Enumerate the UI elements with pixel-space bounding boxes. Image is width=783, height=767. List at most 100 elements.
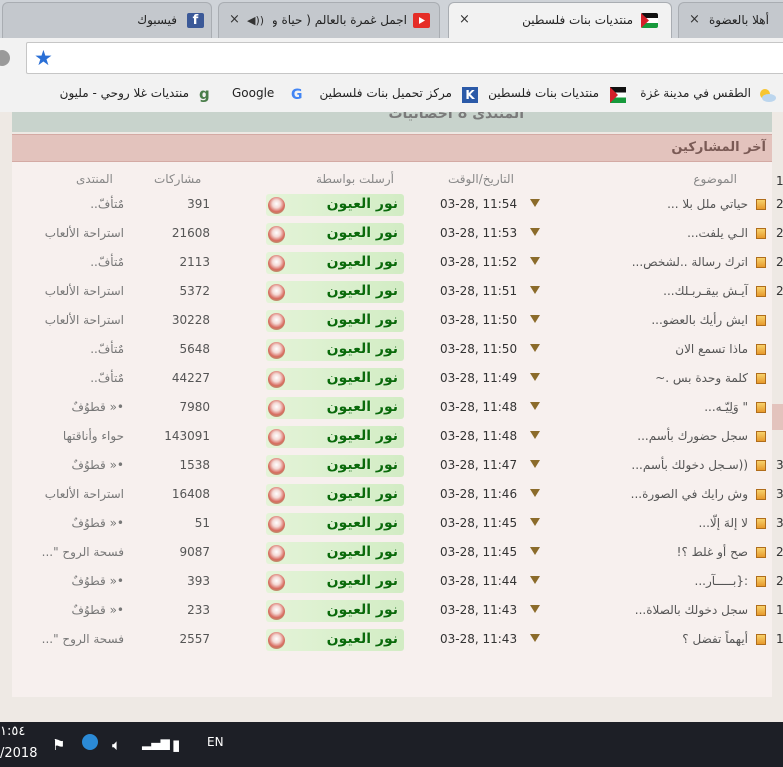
battery-icon[interactable]: ▮ — [172, 736, 180, 754]
close-icon[interactable]: × — [689, 12, 700, 27]
bookmark-upload-center[interactable]: مركز تحميل بنات فلسطين — [320, 86, 453, 100]
arrow-down-icon[interactable] — [530, 286, 540, 294]
forum-link[interactable]: مٌتأفّ.. — [16, 255, 124, 269]
forum-link[interactable]: •« قطوُفٌ — [16, 574, 124, 588]
user-badge[interactable]: نور العيون — [266, 397, 404, 419]
table-row: لا إلهَ إلّا... 03-28, 11:45 نور العيون 51 •… — [12, 510, 772, 539]
topic-link[interactable]: " وَلِيّـه... — [704, 400, 748, 414]
forum-link[interactable]: •« قطوُفٌ — [16, 516, 124, 530]
arrow-down-icon[interactable] — [530, 402, 540, 410]
bookmark-weather[interactable]: الطقس في مدينة غزة — [640, 86, 751, 100]
bookmark-star-icon[interactable]: ★ — [34, 46, 53, 70]
volume-icon[interactable]: 🔈︎ — [112, 736, 121, 754]
topic-link[interactable]: صح أو غلط ؟! — [677, 545, 748, 559]
forum-link[interactable]: •« قطوُفٌ — [16, 458, 124, 472]
forum-link[interactable]: مٌتأفّ.. — [16, 197, 124, 211]
network-icon[interactable] — [82, 734, 98, 750]
user-badge[interactable]: نور العيون — [266, 571, 404, 593]
topic-link[interactable]: سجل حضورك بأسم... — [637, 429, 748, 443]
post-datetime: 03-28, 11:48 — [440, 429, 518, 443]
user-badge[interactable]: نور العيون — [266, 513, 404, 535]
user-badge[interactable]: نور العيون — [266, 600, 404, 622]
user-badge[interactable]: نور العيون — [266, 281, 404, 303]
user-badge[interactable]: نور العيون — [266, 252, 404, 274]
forum-link[interactable]: فسحة الروح "... — [16, 632, 124, 646]
section-title: آخر المشاركين — [671, 140, 766, 155]
arrow-down-icon[interactable] — [530, 373, 540, 381]
arrow-down-icon[interactable] — [530, 257, 540, 265]
user-badge[interactable]: نور العيون — [266, 194, 404, 216]
close-icon[interactable]: × — [459, 12, 470, 27]
forum-link[interactable]: مٌتأفّ.. — [16, 342, 124, 356]
topic-link[interactable]: آيـش بيقـربـلك... — [663, 284, 748, 298]
user-badge[interactable]: نور العيون — [266, 484, 404, 506]
tab-youtube[interactable]: × ◀)) اجمل غمرة بالعالم ( حياة و — [218, 2, 440, 38]
user-badge[interactable]: نور العيون — [266, 629, 404, 651]
user-name: نور العيون — [326, 225, 398, 241]
topic-link[interactable]: :{بـــــآر... — [695, 574, 749, 588]
flag-icon[interactable]: ⚑ — [52, 736, 65, 754]
forum-link[interactable]: استراحة الألعاب — [16, 487, 124, 501]
arrow-down-icon[interactable] — [530, 547, 540, 555]
user-badge[interactable]: نور العيون — [266, 310, 404, 332]
tab-facebook[interactable]: f فيسبوك — [2, 2, 212, 38]
topic-link[interactable]: وش رايك في الصورة... — [631, 487, 748, 501]
user-badge[interactable]: نور العيون — [266, 455, 404, 477]
forum-link[interactable]: حواء وأناقتها — [16, 429, 124, 443]
topic-link[interactable]: حياتي ملل بلا ... — [667, 197, 748, 211]
extension-icon[interactable] — [0, 50, 10, 66]
forum-link[interactable]: استراحة الألعاب — [16, 313, 124, 327]
language-indicator[interactable]: EN — [207, 735, 224, 749]
topic-link[interactable]: سجل دخولك بالصلاة... — [635, 603, 748, 617]
topic-link[interactable]: ((سـجل دخولك بأسم... — [631, 458, 748, 472]
clock-time[interactable]: ١:٥٤ — [0, 724, 25, 739]
tab-title: أهلا بالعضوة — [709, 13, 769, 27]
topic-link[interactable]: اترك رسالة ..لشخص... — [632, 255, 748, 269]
topic-icon — [756, 257, 766, 268]
topic-icon — [756, 373, 766, 384]
table-row: " وَلِيّـه... 03-28, 11:48 نور العيون 7980 •… — [12, 394, 772, 423]
signal-icon[interactable]: ▂▄▆ — [142, 736, 170, 750]
arrow-down-icon[interactable] — [530, 460, 540, 468]
topic-link[interactable]: ايش رأيك بالعضو... — [651, 313, 748, 327]
clock-date[interactable]: /2018 — [0, 746, 37, 761]
topic-link[interactable]: الـي يلفت... — [687, 226, 748, 240]
side-edge-label: 3 — [776, 516, 783, 530]
topic-link[interactable]: كلمة وحدة بس .~ — [655, 371, 748, 385]
user-badge[interactable]: نور العيون — [266, 223, 404, 245]
arrow-down-icon[interactable] — [530, 315, 540, 323]
topic-link[interactable]: لا إلهَ إلّا... — [698, 516, 748, 530]
side-edge-label: 2 — [776, 255, 783, 269]
arrow-down-icon[interactable] — [530, 518, 540, 526]
user-badge[interactable]: نور العيون — [266, 426, 404, 448]
forum-link[interactable]: استراحة الألعاب — [16, 284, 124, 298]
user-badge[interactable]: نور العيون — [266, 368, 404, 390]
forum-link[interactable]: •« قطوُفٌ — [16, 400, 124, 414]
arrow-down-icon[interactable] — [530, 489, 540, 497]
forum-link[interactable]: فسحة الروح "... — [16, 545, 124, 559]
topic-icon — [756, 547, 766, 558]
bookmark-ghala-rohi[interactable]: منتديات غلا روحي - مليون — [60, 86, 189, 100]
arrow-down-icon[interactable] — [530, 605, 540, 613]
close-icon[interactable]: × — [229, 12, 240, 27]
forum-link[interactable]: مٌتأفّ.. — [16, 371, 124, 385]
forum-link[interactable]: استراحة الألعاب — [16, 226, 124, 240]
forum-link[interactable]: •« قطوُفٌ — [16, 603, 124, 617]
page-title: المنتدى 8 احصائيات — [388, 112, 524, 122]
topic-link[interactable]: ماذا تسمع الان — [675, 342, 748, 356]
tab-welcome[interactable]: × أهلا بالعضوة — [678, 2, 783, 38]
tab-palestine-forums[interactable]: × منتديات بنات فلسطين — [448, 2, 672, 39]
arrow-down-icon[interactable] — [530, 344, 540, 352]
arrow-down-icon[interactable] — [530, 634, 540, 642]
arrow-down-icon[interactable] — [530, 576, 540, 584]
bookmark-google[interactable]: Google — [232, 86, 274, 100]
user-badge[interactable]: نور العيون — [266, 542, 404, 564]
topic-link[interactable]: أيهماً تفضل ؟ — [682, 632, 748, 646]
arrow-down-icon[interactable] — [530, 431, 540, 439]
user-name: نور العيون — [326, 486, 398, 502]
user-badge[interactable]: نور العيون — [266, 339, 404, 361]
bookmark-palestine-forums[interactable]: منتديات بنات فلسطين — [488, 86, 599, 100]
address-input[interactable]: ★ — [26, 42, 783, 74]
arrow-down-icon[interactable] — [530, 228, 540, 236]
arrow-down-icon[interactable] — [530, 199, 540, 207]
